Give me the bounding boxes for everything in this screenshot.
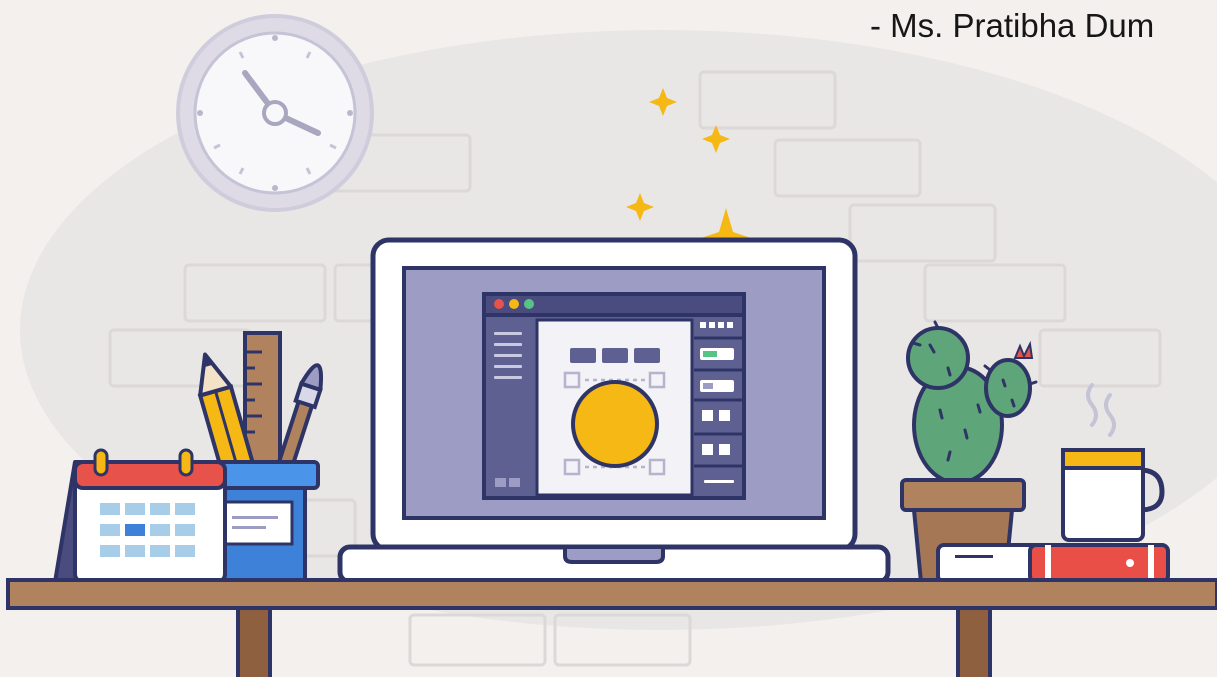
selected-circle-shape [571,380,659,468]
wall-clock [176,14,374,212]
design-app-window [482,292,746,500]
canvas-top-blocks [570,348,660,363]
author-credit: - Ms. Pratibha Dum [870,7,1155,44]
desk-calendar [53,448,227,584]
window-close-dot [494,299,504,309]
book-stack [936,543,1170,584]
window-minimize-dot [509,299,519,309]
window-maximize-dot [524,299,534,309]
workspace-illustration [6,14,1217,677]
